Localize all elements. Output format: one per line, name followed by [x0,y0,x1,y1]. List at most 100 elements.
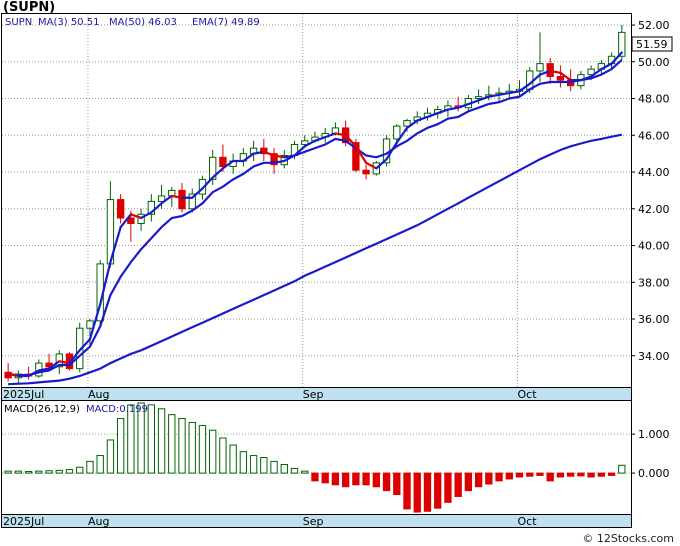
macd-bar-28 [290,467,299,474]
macd-bar-7 [76,466,84,474]
legend-ema7: EMA(7) 49.89 [192,17,260,28]
macd-bar-36 [372,472,381,488]
candle-body-8 [86,320,94,329]
macd-legend-title: MACD(26,12,9) [4,404,80,415]
macd-tick-label-1: 0.000 [638,467,670,480]
candle-body-38 [393,125,401,140]
price-tick-label-1: 36.00 [638,313,670,326]
macd-bar-38 [393,472,401,496]
macd-bar-20 [209,429,217,474]
macd-bar-41 [423,472,432,512]
macd-bar-32 [331,472,340,486]
macd-bar-48 [495,472,503,482]
macd-bar-57 [587,472,595,478]
candle-body-21 [219,156,227,168]
macd-bar-3 [35,470,43,474]
stock-chart: 34.00 36.00 38.00 40.00 42.00 44.00 46.00 48.00… [1,13,673,528]
price-month-label-2: Sep [303,388,324,401]
macd-bar-23 [239,451,248,474]
macd-bar-54 [556,472,565,478]
macd-bar-58 [597,472,606,477]
macd-bar-59 [607,472,616,476]
macd-bar-6 [65,469,74,474]
macd-axis-labels: 1.000 0.000 [638,428,670,480]
price-axis-labels: 34.00 36.00 38.00 40.00 42.00 44.00 46.00 48.00… [638,19,670,363]
macd-bar-45 [464,472,473,492]
price-tick-label-6: 46.00 [638,129,670,142]
macd-bar-34 [352,472,360,486]
price-month-label-0: 2025Jul [3,388,44,401]
legend-symbol: SUPN [5,17,32,28]
macd-bar-40 [413,472,421,513]
price-tick-label-0: 34.00 [638,350,670,363]
macd-legend-value: MACD:0.199 [86,404,148,415]
macd-panel: 1.000 0.000 MACD(26,12,9) MACD:0.199 [1,400,670,515]
macd-bar-53 [546,472,554,482]
macd-bar-21 [219,437,227,474]
macd-bar-37 [382,472,391,492]
macd-bar-12 [127,404,135,474]
macd-month-label-1: Aug [88,515,109,528]
macd-bar-39 [403,472,411,510]
macd-bar-15 [157,408,166,474]
price-month-label-1: Aug [88,388,109,401]
last-price-label: 51.59 [636,38,668,51]
macd-bar-33 [341,472,350,488]
candle-body-35 [362,169,370,175]
price-tick-label-9: 52.00 [638,19,670,32]
macd-bar-9 [96,455,104,474]
macd-bar-26 [270,460,278,474]
macd-tick-label-0: 1.000 [638,428,670,441]
macd-bar-56 [577,472,585,477]
macd-plot-area [1,400,632,515]
macd-bar-8 [86,460,94,474]
candle-body-11 [116,199,125,219]
watermark: © 12Stocks.com [582,532,674,545]
macd-bar-27 [280,464,288,474]
macd-bar-49 [505,472,513,480]
candle-body-52 [536,63,544,72]
price-tick-label-4: 42.00 [638,203,670,216]
macd-bar-11 [116,418,125,474]
macd-bar-50 [515,472,524,478]
macd-month-label-2: Sep [303,515,324,528]
macd-bar-44 [454,472,462,497]
macd-bar-42 [434,472,442,509]
macd-bar-5 [55,469,63,474]
macd-bar-60 [618,464,626,474]
macd-bar-2 [24,471,33,474]
price-tick-label-5: 44.00 [638,166,670,179]
macd-bar-1 [14,470,23,474]
price-tick-label-7: 48.00 [638,93,670,106]
macd-bar-43 [444,472,452,503]
macd-month-label-3: Oct [518,515,538,528]
macd-bar-19 [198,425,207,474]
macd-bar-22 [229,444,237,474]
candle-body-54 [556,75,565,81]
macd-bar-46 [474,472,483,488]
macd-bar-18 [188,421,196,474]
macd-bar-52 [536,472,544,476]
legend-ma3: MA(3) 50.51 [38,17,99,28]
macd-bar-4 [45,470,53,474]
price-tick-label-2: 38.00 [638,276,670,289]
macd-bar-55 [566,472,575,477]
chart-title: (SUPN) [3,0,56,15]
macd-bar-29 [301,470,309,474]
candle-body-46 [474,96,483,100]
price-tick-label-8: 50.00 [638,56,670,69]
price-tick-label-3: 40.00 [638,240,670,253]
macd-bar-10 [106,439,115,474]
legend-ma50: MA(50) 46.03 [109,17,177,28]
macd-bar-35 [362,472,370,486]
macd-bar-24 [249,455,258,474]
macd-bar-16 [168,414,176,474]
candle-body-17 [178,189,186,210]
macd-bar-31 [321,472,329,484]
macd-bar-14 [147,404,155,474]
price-month-label-3: Oct [518,388,538,401]
macd-bar-17 [178,418,186,474]
macd-bar-47 [485,472,493,485]
macd-bar-30 [311,472,319,482]
macd-bar-25 [260,457,268,474]
